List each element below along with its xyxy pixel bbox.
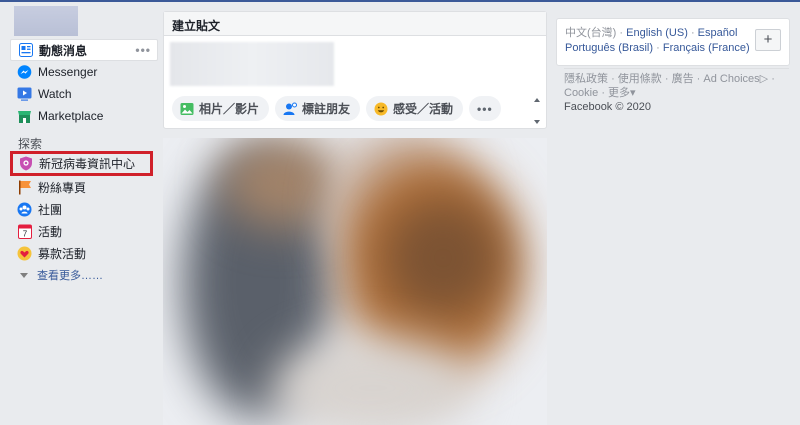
- nav-item-watch[interactable]: Watch: [10, 83, 158, 105]
- composer-more-button[interactable]: •••: [469, 96, 501, 121]
- footer-links: 隱私政策 · 使用條款 · 廣告 · Ad Choices▷ · Cookie …: [564, 72, 784, 114]
- tag-friends-button[interactable]: 標註朋友: [275, 96, 361, 121]
- nav-item-news-feed[interactable]: 動態消息 •••: [10, 39, 158, 61]
- language-selector: 中文(台灣) · English (US) · Español Portuguê…: [556, 18, 790, 66]
- marketplace-icon: [17, 109, 32, 124]
- more-options-icon[interactable]: •••: [135, 43, 151, 57]
- nav-item-label: Messenger: [38, 65, 98, 79]
- create-post-composer: 建立貼文 相片／影片 標註朋友 感受／活動 •••: [163, 11, 547, 129]
- separator: ·: [664, 73, 669, 85]
- feeling-icon: [374, 102, 388, 116]
- feeling-activity-label: 感受／活動: [393, 102, 454, 116]
- news-feed-icon: [18, 43, 33, 58]
- language-link[interactable]: Español: [698, 27, 738, 39]
- nav-item-events[interactable]: 7 活動: [10, 220, 158, 242]
- nav-item-label: 募款活動: [38, 246, 87, 261]
- nav-item-groups[interactable]: 社團: [10, 198, 158, 220]
- nav-item-label: Marketplace: [38, 109, 104, 123]
- separator: ·: [611, 73, 615, 85]
- calendar-icon: 7: [17, 224, 32, 239]
- nav-item-messenger[interactable]: Messenger: [10, 61, 158, 83]
- cookie-link[interactable]: Cookie: [564, 87, 598, 99]
- feed-post-image[interactable]: [163, 138, 547, 425]
- profile-thumbnail[interactable]: [14, 6, 78, 36]
- photo-video-label: 相片／影片: [199, 102, 260, 116]
- ad-choices-link[interactable]: Ad Choices: [703, 73, 759, 85]
- calendar-day-number: 7: [22, 229, 27, 238]
- nav-item-label: Watch: [38, 87, 72, 101]
- see-more-label: 查看更多……: [37, 270, 103, 282]
- covid-shield-icon: [18, 156, 33, 171]
- nav-item-label: 粉絲專頁: [38, 180, 87, 195]
- watch-icon: [17, 87, 32, 102]
- left-nav: 動態消息 ••• Messenger Watch Marketplace 探索 …: [10, 39, 158, 286]
- copyright: Facebook © 2020: [564, 101, 651, 113]
- photo-video-button[interactable]: 相片／影片: [172, 96, 270, 121]
- ads-link[interactable]: 廣告: [672, 73, 694, 85]
- explore-heading: 探索: [18, 137, 43, 151]
- chevron-down-icon: ▾: [630, 87, 636, 99]
- nav-item-label: 活動: [38, 224, 63, 239]
- nav-item-pages[interactable]: 粉絲專頁: [10, 176, 158, 198]
- separator: ·: [656, 42, 660, 54]
- scroll-down-icon[interactable]: [534, 120, 540, 124]
- nav-item-label: 社團: [38, 202, 63, 217]
- top-bar: [0, 0, 800, 2]
- chevron-down-icon: [20, 272, 28, 278]
- separator: ·: [771, 73, 775, 85]
- blur-shape: [383, 198, 503, 318]
- composer-actions: 相片／影片 標註朋友 感受／活動 •••: [172, 96, 501, 121]
- flag-icon: [17, 180, 32, 195]
- fundraiser-icon: [17, 246, 32, 261]
- separator: ·: [619, 27, 624, 39]
- composer-text-input[interactable]: [170, 42, 334, 86]
- divider: [564, 68, 789, 69]
- composer-scrollbar[interactable]: [533, 98, 541, 126]
- tag-friends-icon: [283, 102, 298, 116]
- groups-icon: [17, 202, 32, 217]
- photo-icon: [180, 102, 194, 116]
- scroll-up-icon[interactable]: [534, 98, 540, 102]
- nav-item-marketplace[interactable]: Marketplace: [10, 105, 158, 127]
- language-link[interactable]: Português (Brasil): [565, 42, 653, 54]
- language-link[interactable]: English (US): [626, 27, 688, 39]
- separator: ·: [601, 87, 605, 99]
- language-link[interactable]: Français (France): [663, 42, 750, 54]
- privacy-link[interactable]: 隱私政策: [564, 73, 608, 85]
- feeling-activity-button[interactable]: 感受／活動: [366, 96, 464, 121]
- messenger-icon: [17, 64, 32, 80]
- more-link[interactable]: 更多: [608, 87, 630, 99]
- nav-item-label: 新冠病毒資訊中心: [39, 157, 136, 171]
- composer-title: 建立貼文: [164, 12, 546, 36]
- blur-shape: [223, 138, 343, 228]
- ad-choices-icon: ▷: [759, 73, 769, 85]
- tag-friends-label: 標註朋友: [302, 102, 351, 116]
- nav-item-label: 動態消息: [39, 43, 88, 58]
- current-language: 中文(台灣): [565, 27, 617, 39]
- separator: ·: [690, 27, 695, 39]
- terms-link[interactable]: 使用條款: [618, 73, 662, 85]
- add-language-button[interactable]: +: [755, 29, 781, 51]
- separator: ·: [696, 73, 701, 85]
- nav-item-covid-info-center[interactable]: 新冠病毒資訊中心: [10, 151, 153, 176]
- see-more-link[interactable]: 查看更多……: [10, 264, 158, 286]
- nav-item-fundraisers[interactable]: 募款活動: [10, 242, 158, 264]
